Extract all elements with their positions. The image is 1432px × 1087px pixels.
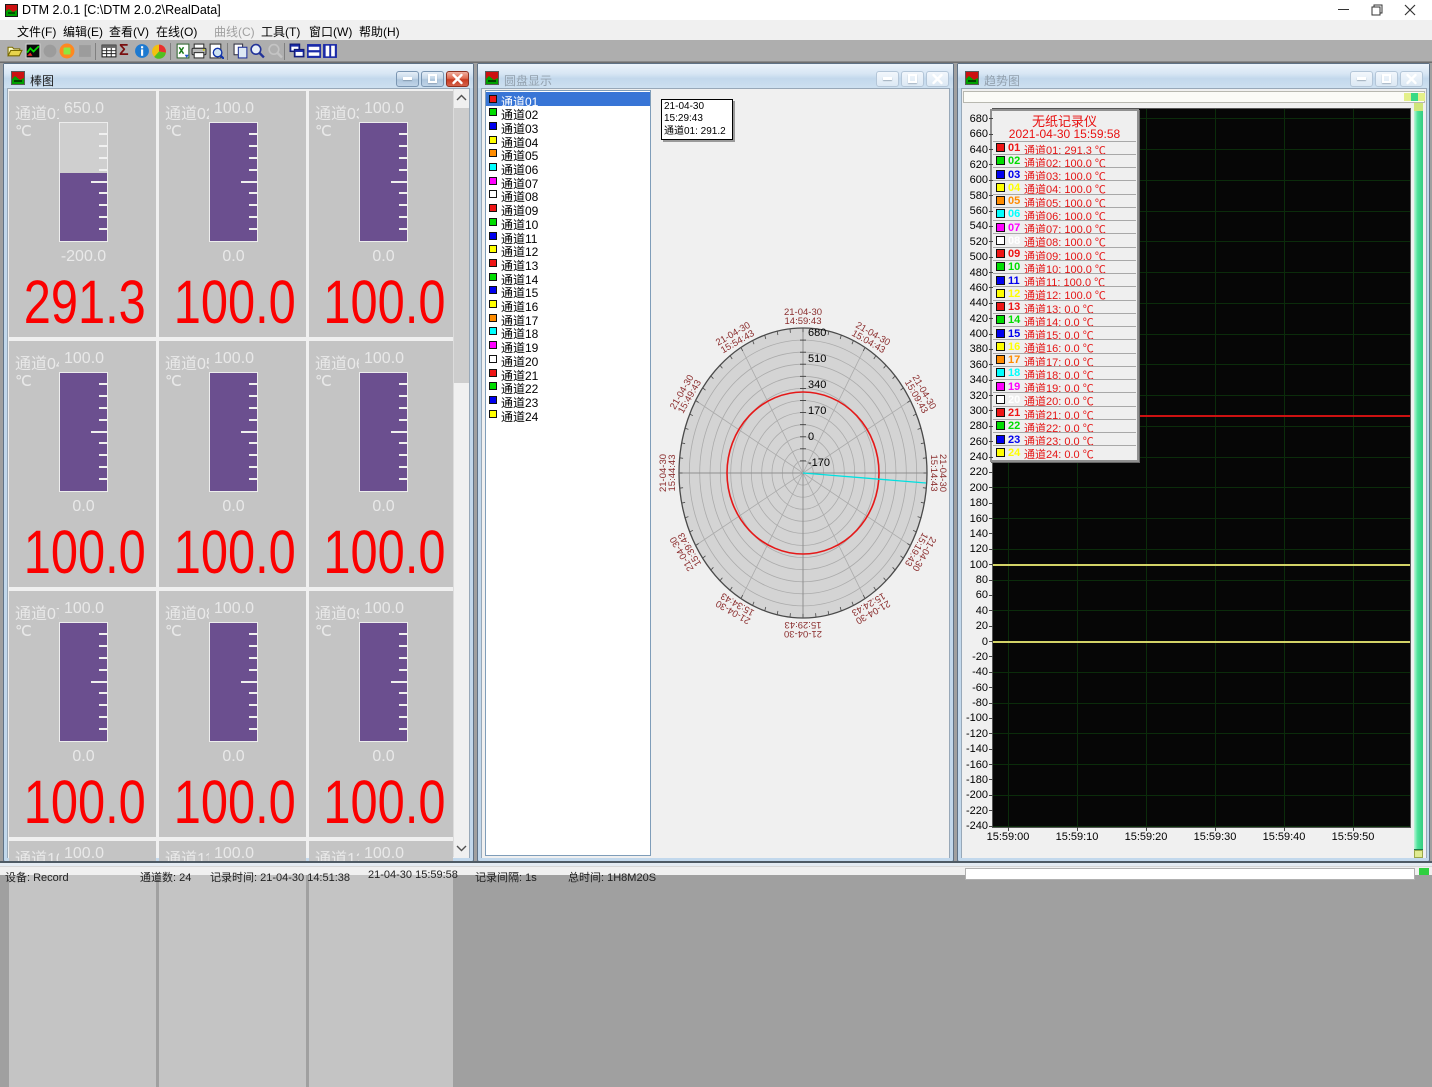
svg-text:-170: -170 [808, 457, 830, 469]
svg-text:680: 680 [808, 327, 826, 339]
svg-text:510: 510 [808, 353, 826, 365]
svg-text:170: 170 [808, 405, 826, 417]
svg-text:0: 0 [808, 431, 814, 443]
svg-text:340: 340 [808, 379, 826, 391]
